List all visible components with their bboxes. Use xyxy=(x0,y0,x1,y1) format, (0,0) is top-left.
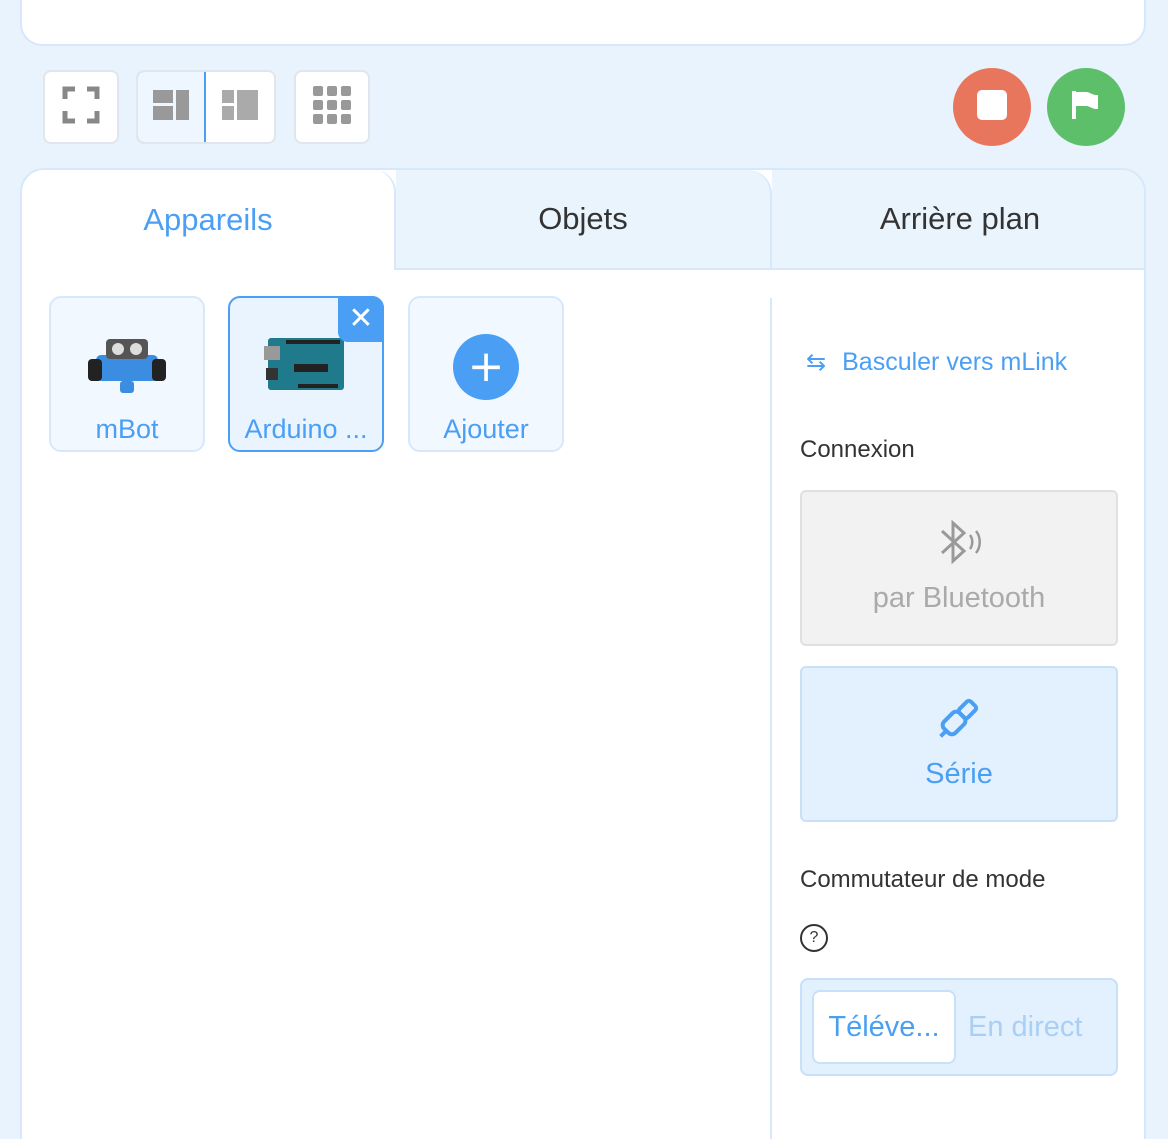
mbot-robot-icon xyxy=(51,320,203,408)
grid-view-button[interactable] xyxy=(294,70,370,144)
grid-icon xyxy=(313,86,351,128)
live-mode-option[interactable]: En direct xyxy=(968,1011,1082,1044)
connection-label: Connexion xyxy=(800,436,915,463)
device-card-mbot[interactable]: mBot xyxy=(49,296,205,452)
serial-label: Série xyxy=(925,758,993,790)
upload-mode-option[interactable]: Téléve... xyxy=(812,990,956,1064)
add-icon: + xyxy=(453,334,519,400)
fullscreen-icon xyxy=(61,85,101,129)
swap-icon: ⇆ xyxy=(806,349,827,376)
mlink-label: Basculer vers mLink xyxy=(842,348,1068,376)
device-panel: Appareils Objets Arrière plan mBot Ardui… xyxy=(20,168,1146,1139)
add-device-button[interactable]: + Ajouter xyxy=(408,296,564,452)
stop-icon xyxy=(977,90,1007,124)
flag-icon xyxy=(1070,89,1102,125)
stop-button[interactable] xyxy=(953,68,1031,146)
remove-device-button[interactable]: ✕ xyxy=(338,296,384,342)
layout-small-stage-button[interactable] xyxy=(206,72,274,142)
bluetooth-label: par Bluetooth xyxy=(872,582,1046,614)
help-icon[interactable]: ? xyxy=(800,924,828,952)
layout-toggle xyxy=(136,70,276,144)
green-flag-button[interactable] xyxy=(1047,68,1125,146)
device-card-arduino[interactable]: Arduino ... ✕ xyxy=(228,296,384,452)
tab-devices[interactable]: Appareils xyxy=(22,170,396,270)
switch-to-mlink-link[interactable]: ⇆ Basculer vers mLink xyxy=(806,348,1067,377)
tab-sprites[interactable]: Objets xyxy=(396,170,772,270)
serial-connect-button[interactable]: Série xyxy=(800,666,1118,822)
fullscreen-button[interactable] xyxy=(43,70,119,144)
bluetooth-icon xyxy=(932,514,986,570)
layout-stage-large-icon xyxy=(153,90,189,124)
layout-large-stage-button[interactable] xyxy=(138,72,206,142)
panel-divider xyxy=(770,298,772,1139)
mode-switch-label: Commutateur de mode xyxy=(800,866,1046,893)
tab-bar: Appareils Objets Arrière plan xyxy=(22,170,1144,270)
layout-stage-small-icon xyxy=(222,90,258,124)
device-label: Ajouter xyxy=(443,414,529,444)
device-label: Arduino ... xyxy=(244,414,368,444)
tab-backdrop[interactable]: Arrière plan xyxy=(772,170,1144,270)
mode-switch: Téléve... En direct xyxy=(800,978,1118,1076)
bluetooth-connect-button[interactable]: par Bluetooth xyxy=(800,490,1118,646)
close-icon: ✕ xyxy=(348,301,374,336)
usb-plug-icon xyxy=(931,690,987,746)
device-label: mBot xyxy=(95,414,159,444)
stage-area xyxy=(20,0,1146,46)
